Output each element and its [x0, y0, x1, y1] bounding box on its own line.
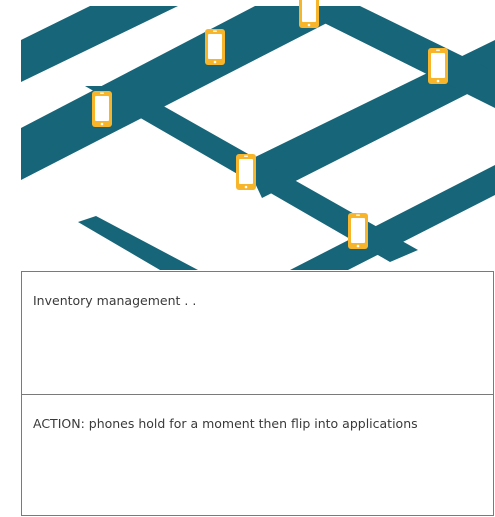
action-text: ACTION: phones hold for a moment then fl… — [33, 416, 418, 431]
phone-icon-4 — [92, 91, 112, 127]
phone-icon-2 — [205, 29, 225, 65]
road-grid-illustration — [0, 0, 495, 270]
phone-icon-1 — [299, 0, 319, 28]
description-text: Inventory management . . — [33, 293, 197, 308]
description-panel: Inventory management . . — [21, 271, 494, 395]
road-network — [21, 6, 495, 270]
road-band-7 — [78, 216, 198, 270]
phone-icon-6 — [348, 213, 368, 249]
road-grid-graphic — [21, 0, 495, 270]
action-panel: ACTION: phones hold for a moment then fl… — [21, 395, 494, 516]
phone-icon-3 — [428, 48, 448, 84]
phone-icon-5 — [236, 154, 256, 190]
